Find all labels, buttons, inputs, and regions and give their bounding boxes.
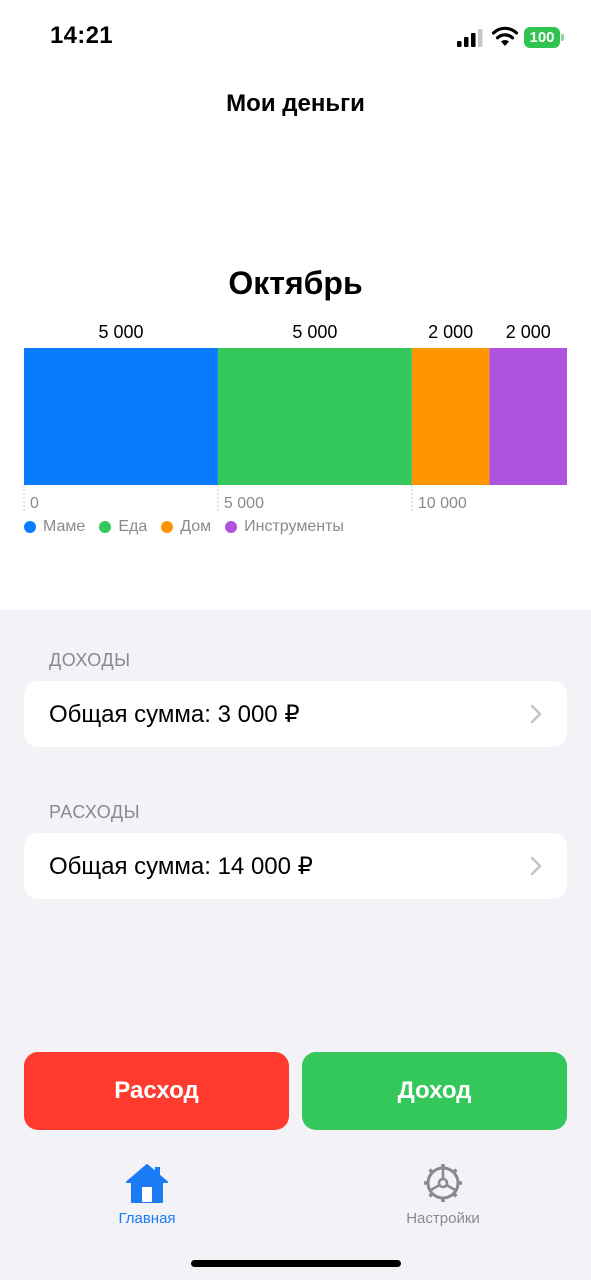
bar-value-label: 2 000	[506, 322, 551, 342]
axis-tick-label: 5 000	[224, 495, 264, 512]
battery-level: 100	[524, 27, 560, 48]
legend-item: Маме	[24, 518, 85, 536]
legend-label: Дом	[180, 518, 212, 535]
axis-tick-label: 10 000	[418, 495, 467, 512]
page-title: Мои деньги	[226, 90, 365, 117]
expenses-total-row[interactable]: Общая сумма: 14 000 ₽	[24, 833, 567, 899]
tab-settings-label: Настройки	[406, 1210, 480, 1227]
income-section-header: ДОХОДЫ	[49, 650, 131, 670]
bar-segment	[217, 348, 412, 485]
bar-value-label: 5 000	[292, 322, 337, 342]
house-icon	[126, 1164, 168, 1203]
bar-value-label: 5 000	[98, 322, 143, 342]
legend-item: Дом	[161, 518, 211, 536]
legend-item: Еда	[99, 518, 147, 536]
bar-segment	[489, 348, 567, 485]
bar-value-label: 2 000	[428, 322, 473, 342]
signal-icon	[457, 29, 483, 47]
status-time: 14:21	[50, 22, 113, 49]
battery-tip	[561, 34, 564, 41]
add-expense-button[interactable]: Расход	[24, 1052, 289, 1130]
chart-legend: Маме Еда Дом Инструменты	[24, 518, 344, 536]
gear-icon	[424, 1164, 462, 1202]
legend-dot	[225, 521, 238, 533]
legend-dot	[99, 521, 112, 533]
stacked-bar-chart: 0 5 000 10 000 5 000 5 000 2 000 2 000	[23, 322, 567, 513]
chevron-right-icon	[530, 704, 542, 724]
legend-label: Инструменты	[244, 518, 344, 535]
bar-segment	[24, 348, 218, 485]
add-income-button[interactable]: Доход	[302, 1052, 567, 1130]
status-bar: 14:21 100	[0, 0, 591, 75]
tab-settings[interactable]: Настройки	[373, 1162, 513, 1227]
income-total-row[interactable]: Общая сумма: 3 000 ₽	[24, 681, 567, 747]
legend-label: Маме	[43, 518, 86, 535]
bar-segment	[411, 348, 490, 485]
legend-label: Еда	[118, 518, 148, 535]
legend-dot	[161, 521, 174, 533]
battery-indicator: 100	[524, 27, 564, 48]
home-indicator	[191, 1260, 401, 1267]
legend-dot	[24, 521, 36, 533]
expenses-total-label: Общая сумма: 14 000 ₽	[49, 852, 313, 880]
income-total-label: Общая сумма: 3 000 ₽	[49, 700, 300, 728]
tab-home[interactable]: Главная	[77, 1162, 217, 1227]
expenses-section-header: РАСХОДЫ	[49, 802, 141, 822]
chevron-right-icon	[530, 856, 542, 876]
legend-item: Инструменты	[225, 518, 344, 536]
tab-home-label: Главная	[118, 1210, 176, 1227]
axis-tick-label: 0	[30, 495, 39, 512]
wifi-icon	[491, 26, 519, 46]
chart-title: Октябрь	[228, 265, 363, 301]
